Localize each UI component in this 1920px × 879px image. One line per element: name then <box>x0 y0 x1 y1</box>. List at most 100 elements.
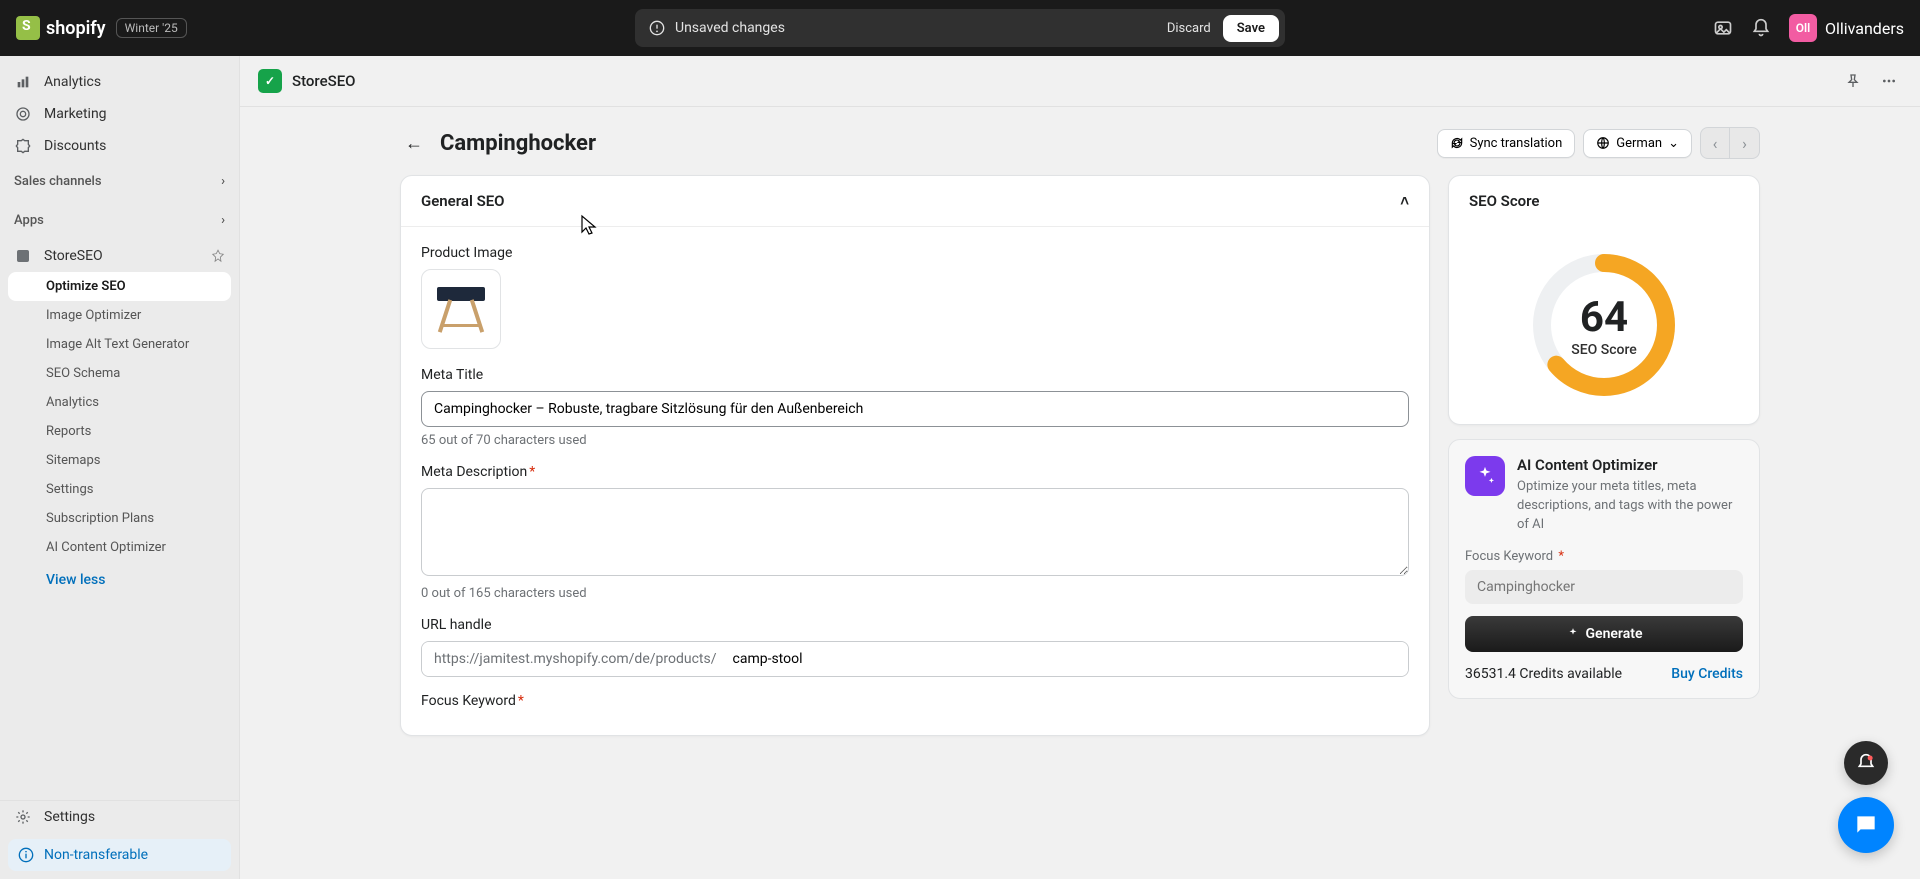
pin-icon[interactable] <box>1840 68 1866 94</box>
topbar-right: Oll Ollivanders <box>1713 14 1904 42</box>
sidebar-sub-optimize-seo[interactable]: Optimize SEO <box>8 272 231 301</box>
url-handle-input[interactable] <box>729 642 1409 676</box>
sidebar-sub-sitemaps[interactable]: Sitemaps <box>0 446 239 475</box>
sync-label: Sync translation <box>1470 136 1563 151</box>
meta-title-label: Meta Title <box>421 367 1409 383</box>
sub-label: SEO Schema <box>46 366 120 381</box>
sidebar-sub-reports[interactable]: Reports <box>0 417 239 446</box>
non-transferable-banner[interactable]: Non-transferable <box>8 839 231 871</box>
sub-label: Settings <box>46 482 93 497</box>
view-less-link[interactable]: View less <box>0 562 239 598</box>
focus-keyword-label: Focus Keyword* <box>421 693 1409 709</box>
apps-section[interactable]: Apps › <box>0 201 239 240</box>
generate-label: Generate <box>1586 626 1643 642</box>
sparkle-icon <box>1566 627 1580 641</box>
language-label: German <box>1616 136 1662 151</box>
next-button[interactable]: › <box>1730 127 1760 159</box>
required-mark: * <box>529 464 535 480</box>
url-prefix: https://jamitest.myshopify.com/de/produc… <box>422 642 729 676</box>
product-image-thumb[interactable] <box>421 269 501 349</box>
notification-fab[interactable] <box>1844 741 1888 785</box>
discounts-icon <box>14 137 32 155</box>
prev-button[interactable]: ‹ <box>1700 127 1730 159</box>
sidebar-label: Settings <box>44 809 95 825</box>
sidebar-app-storeseo[interactable]: StoreSEO <box>0 240 239 272</box>
meta-title-input[interactable] <box>421 391 1409 427</box>
shopify-logo[interactable]: shopify <box>16 16 106 40</box>
score-heading: SEO Score <box>1469 192 1539 210</box>
meta-desc-input[interactable] <box>421 488 1409 576</box>
sidebar-label: Discounts <box>44 138 106 154</box>
score-ring: 64 SEO Score <box>1529 250 1679 400</box>
chevron-right-icon: › <box>221 213 225 228</box>
sub-label: Analytics <box>46 395 99 410</box>
sync-icon <box>1450 136 1464 150</box>
version-badge: Winter '25 <box>116 18 187 38</box>
chevron-up-icon: ˄ <box>1400 192 1409 210</box>
more-icon[interactable] <box>1876 68 1902 94</box>
sync-translation-button[interactable]: Sync translation <box>1437 129 1576 158</box>
sales-channels-section[interactable]: Sales channels › <box>0 162 239 201</box>
sub-label: Sitemaps <box>46 453 101 468</box>
card-header[interactable]: General SEO ˄ <box>401 176 1429 227</box>
camp-stool-image <box>433 281 489 337</box>
app-name: StoreSEO <box>292 72 356 90</box>
ai-focus-input[interactable] <box>1465 570 1743 604</box>
section-label: Sales channels <box>14 174 102 189</box>
sub-label: AI Content Optimizer <box>46 540 166 555</box>
save-button[interactable]: Save <box>1223 15 1279 42</box>
bell-icon[interactable] <box>1751 18 1771 38</box>
chat-fab[interactable] <box>1838 797 1894 853</box>
sidebar-item-discounts[interactable]: Discounts <box>0 130 239 162</box>
sidebar-item-marketing[interactable]: Marketing <box>0 98 239 130</box>
sidebar-sub-image-alt[interactable]: Image Alt Text Generator <box>0 330 239 359</box>
sidebar-sub-image-optimizer[interactable]: Image Optimizer <box>0 301 239 330</box>
required-mark: * <box>1555 549 1564 564</box>
ai-desc: Optimize your meta titles, meta descript… <box>1517 478 1743 535</box>
unsaved-text: Unsaved changes <box>675 20 1155 36</box>
sparkle-icon <box>1465 456 1505 496</box>
generate-button[interactable]: Generate <box>1465 616 1743 652</box>
sidebar-sub-seo-schema[interactable]: SEO Schema <box>0 359 239 388</box>
unsaved-bar: Unsaved changes Discard Save <box>635 9 1285 47</box>
ai-focus-label: Focus Keyword * <box>1465 549 1743 564</box>
language-selector[interactable]: German ⌄ <box>1583 129 1692 158</box>
alert-icon <box>649 20 665 36</box>
main-area: ✓ StoreSEO ← Campinghocker Sync translat… <box>240 56 1920 879</box>
sub-label: Reports <box>46 424 91 439</box>
chevron-right-icon: › <box>221 174 225 189</box>
sidebar-sub-ai-content[interactable]: AI Content Optimizer <box>0 533 239 562</box>
meta-desc-helper: 0 out of 165 characters used <box>421 586 1409 601</box>
required-mark: * <box>518 693 524 709</box>
sub-label: Image Alt Text Generator <box>46 337 189 352</box>
sidebar-item-analytics[interactable]: Analytics <box>0 66 239 98</box>
credits-text: 36531.4 Credits available <box>1465 666 1622 682</box>
meta-title-helper: 65 out of 70 characters used <box>421 433 1409 448</box>
ai-optimizer-card: AI Content Optimizer Optimize your meta … <box>1448 439 1760 699</box>
back-button[interactable]: ← <box>400 129 428 157</box>
avatar: Oll <box>1789 14 1817 42</box>
seo-score-card: SEO Score 64 SEO Score <box>1448 175 1760 425</box>
pager: ‹ › <box>1700 127 1760 159</box>
photo-icon[interactable] <box>1713 18 1733 38</box>
sidebar-sub-analytics[interactable]: Analytics <box>0 388 239 417</box>
user-menu[interactable]: Oll Ollivanders <box>1789 14 1904 42</box>
banner-text: Non-transferable <box>44 847 148 863</box>
buy-credits-link[interactable]: Buy Credits <box>1671 666 1743 682</box>
sub-label: Optimize SEO <box>46 279 126 294</box>
pin-icon[interactable] <box>211 249 225 263</box>
sidebar-label: Analytics <box>44 74 101 90</box>
sidebar-sub-settings[interactable]: Settings <box>0 475 239 504</box>
app-header: ✓ StoreSEO <box>240 56 1920 107</box>
info-icon <box>18 847 34 863</box>
discard-button[interactable]: Discard <box>1155 15 1223 42</box>
sidebar-settings[interactable]: Settings <box>0 801 239 833</box>
user-name: Ollivanders <box>1825 19 1904 38</box>
ai-title: AI Content Optimizer <box>1517 456 1743 474</box>
sidebar-label: StoreSEO <box>44 248 103 264</box>
general-seo-card: General SEO ˄ Product Image Meta Title 6… <box>400 175 1430 736</box>
sidebar-sub-subscription[interactable]: Subscription Plans <box>0 504 239 533</box>
url-handle-label: URL handle <box>421 617 1409 633</box>
sidebar-label: Marketing <box>44 106 107 122</box>
chevron-down-icon: ⌄ <box>1668 136 1679 151</box>
